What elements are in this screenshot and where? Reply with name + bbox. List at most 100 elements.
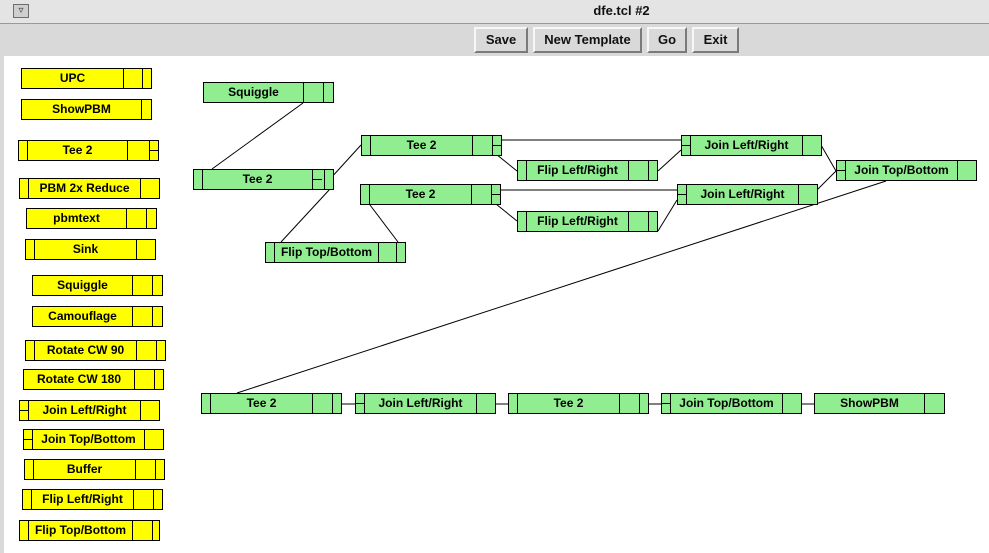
output-port[interactable]	[149, 141, 159, 160]
network-node-tee-2-bottom-a[interactable]: Tee 2	[201, 393, 342, 414]
output-port[interactable]	[957, 161, 977, 180]
output-port[interactable]	[332, 394, 342, 413]
input-port[interactable]	[518, 212, 527, 231]
input-port[interactable]	[19, 141, 28, 160]
output-port[interactable]	[782, 394, 802, 413]
network-node-tee-2-lower[interactable]: Tee 2	[360, 184, 501, 205]
new-template-button[interactable]: New Template	[533, 27, 642, 53]
input-port[interactable]	[362, 136, 371, 155]
palette-node-upc[interactable]: UPC	[21, 68, 152, 89]
input-port[interactable]	[518, 161, 527, 180]
output-port[interactable]	[152, 521, 160, 540]
palette-node-buffer[interactable]: Buffer	[24, 459, 165, 480]
network-node-flip-left-right-lower[interactable]: Flip Left/Right	[517, 211, 658, 232]
network-node-tee-2-bottom-b[interactable]: Tee 2	[508, 393, 649, 414]
output-port[interactable]	[126, 209, 146, 228]
output-port[interactable]	[798, 185, 818, 204]
output-port[interactable]	[491, 185, 501, 204]
network-node-join-left-right-lower[interactable]: Join Left/Right	[677, 184, 818, 205]
network-node-flip-left-right-upper[interactable]: Flip Left/Right	[517, 160, 658, 181]
exit-button[interactable]: Exit	[692, 27, 739, 53]
output-port[interactable]	[471, 185, 491, 204]
input-port[interactable]	[23, 490, 32, 509]
output-port[interactable]	[802, 136, 822, 155]
palette-node-rotate-cw-90[interactable]: Rotate CW 90	[25, 340, 166, 361]
output-port[interactable]	[132, 307, 152, 326]
output-port[interactable]	[396, 243, 406, 262]
output-port[interactable]	[378, 243, 396, 262]
input-port[interactable]	[26, 341, 35, 360]
input-port[interactable]	[194, 170, 203, 189]
go-button[interactable]: Go	[647, 27, 687, 53]
input-port[interactable]	[24, 430, 33, 449]
output-port[interactable]	[153, 490, 163, 509]
output-port[interactable]	[154, 370, 164, 389]
input-port[interactable]	[26, 240, 35, 259]
input-port[interactable]	[509, 394, 518, 413]
output-port[interactable]	[134, 370, 154, 389]
output-port[interactable]	[140, 179, 160, 198]
palette-node-squiggle[interactable]: Squiggle	[32, 275, 163, 296]
palette-node-showpbm[interactable]: ShowPBM	[21, 99, 152, 120]
output-port[interactable]	[476, 394, 496, 413]
input-port[interactable]	[266, 243, 275, 262]
output-port[interactable]	[132, 521, 152, 540]
output-port[interactable]	[619, 394, 639, 413]
palette-node-camouflage[interactable]: Camouflage	[32, 306, 163, 327]
palette-node-flip-top-bottom[interactable]: Flip Top/Bottom	[19, 520, 160, 541]
network-node-join-top-bottom-bottom[interactable]: Join Top/Bottom	[661, 393, 802, 414]
input-port[interactable]	[202, 394, 211, 413]
palette-node-tee-2[interactable]: Tee 2	[18, 140, 159, 161]
output-port[interactable]	[132, 276, 152, 295]
palette-node-sink[interactable]: Sink	[25, 239, 156, 260]
palette-node-join-left-right[interactable]: Join Left/Right	[19, 400, 160, 421]
network-node-showpbm[interactable]: ShowPBM	[814, 393, 945, 414]
output-port[interactable]	[146, 209, 157, 228]
output-port[interactable]	[648, 161, 658, 180]
input-port[interactable]	[25, 460, 34, 479]
output-port[interactable]	[924, 394, 945, 413]
output-port[interactable]	[639, 394, 649, 413]
palette-node-pbm-2x-reduce[interactable]: PBM 2x Reduce	[19, 178, 160, 199]
output-port[interactable]	[141, 100, 152, 119]
input-port[interactable]	[837, 161, 846, 180]
output-port[interactable]	[144, 430, 164, 449]
input-port[interactable]	[678, 185, 687, 204]
output-port[interactable]	[127, 141, 149, 160]
output-port[interactable]	[628, 161, 648, 180]
save-button[interactable]: Save	[474, 27, 528, 53]
output-port[interactable]	[133, 490, 153, 509]
input-port[interactable]	[682, 136, 691, 155]
output-port[interactable]	[140, 401, 160, 420]
output-port[interactable]	[472, 136, 492, 155]
network-node-tee-2[interactable]: Tee 2	[193, 169, 334, 190]
dataflow-canvas[interactable]: UPC ShowPBM Tee 2 PBM 2x Reduce pbmtext …	[4, 56, 989, 553]
input-port[interactable]	[20, 401, 29, 420]
network-node-join-left-right-upper[interactable]: Join Left/Right	[681, 135, 822, 156]
palette-node-pbmtext[interactable]: pbmtext	[26, 208, 157, 229]
output-port[interactable]	[303, 83, 323, 102]
network-node-join-top-bottom[interactable]: Join Top/Bottom	[836, 160, 977, 181]
network-node-tee-2-upper[interactable]: Tee 2	[361, 135, 502, 156]
input-port[interactable]	[361, 185, 370, 204]
output-port[interactable]	[324, 170, 334, 189]
output-port[interactable]	[135, 460, 155, 479]
output-port[interactable]	[312, 170, 324, 189]
output-port[interactable]	[312, 394, 332, 413]
output-port[interactable]	[136, 240, 156, 259]
output-port[interactable]	[323, 83, 334, 102]
output-port[interactable]	[155, 460, 165, 479]
output-port[interactable]	[628, 212, 648, 231]
input-port[interactable]	[20, 179, 29, 198]
input-port[interactable]	[20, 521, 29, 540]
output-port[interactable]	[492, 136, 502, 155]
palette-node-flip-left-right[interactable]: Flip Left/Right	[22, 489, 163, 510]
palette-node-rotate-cw-180[interactable]: Rotate CW 180	[23, 369, 164, 390]
network-node-flip-top-bottom[interactable]: Flip Top/Bottom	[265, 242, 406, 263]
input-port[interactable]	[356, 394, 365, 413]
output-port[interactable]	[156, 341, 166, 360]
input-port[interactable]	[662, 394, 671, 413]
palette-node-join-top-bottom[interactable]: Join Top/Bottom	[23, 429, 164, 450]
output-port[interactable]	[136, 341, 156, 360]
output-port[interactable]	[142, 69, 152, 88]
